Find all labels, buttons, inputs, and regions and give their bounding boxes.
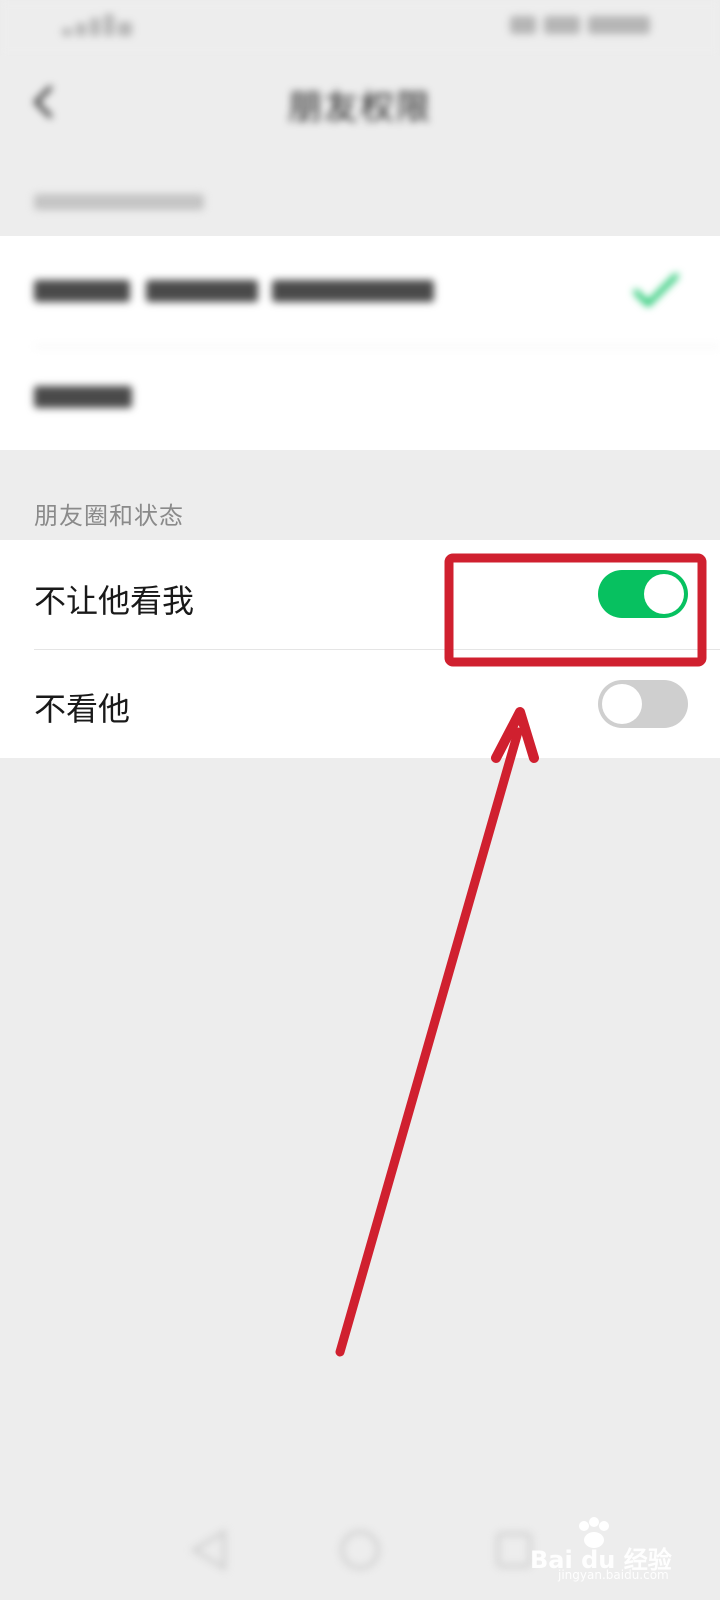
annotation-overlay [335,553,707,1357]
back-triangle-icon[interactable] [186,1526,234,1574]
watermark-url: jingyan.baidu.com [558,1568,669,1582]
highlight-box [444,553,707,667]
baidu-jingyan-watermark: Bai du 经验 jingyan.baidu.com [522,1514,702,1584]
annotation-arrow-shaft [335,727,523,1357]
home-circle-icon[interactable] [336,1526,384,1574]
